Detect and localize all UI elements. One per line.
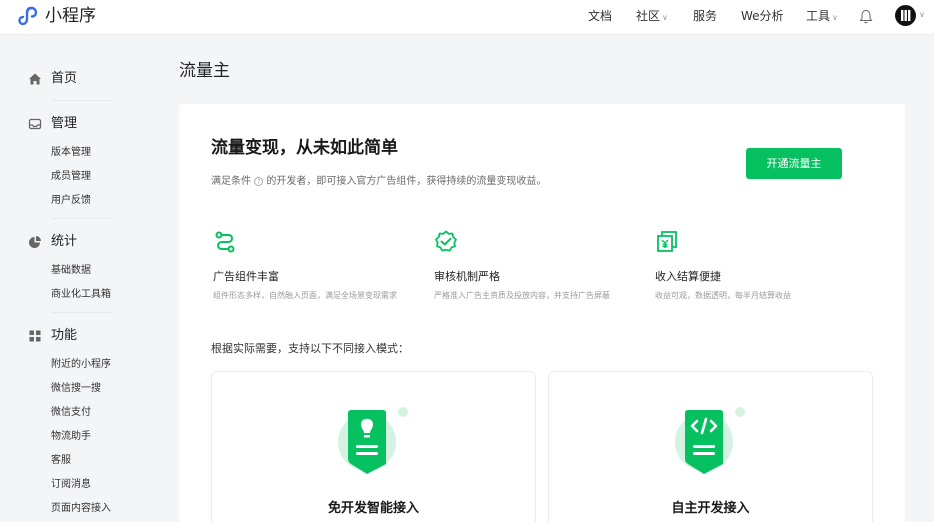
sidebar-item-page-content-access[interactable]: 页面内容接入 [51, 502, 111, 515]
bell-icon[interactable] [859, 9, 873, 24]
help-icon[interactable]: ? [254, 177, 264, 186]
pie-chart-icon [29, 236, 41, 248]
sidebar-section-features-label: 功能 [51, 328, 78, 343]
nav-we-analytics-label: We分析 [741, 9, 784, 23]
nav-we-analytics[interactable]: We分析 [741, 9, 784, 23]
feature-title: 收入结算便捷 [655, 270, 721, 283]
top-nav-bar: 小程序 文档 社区 ∨ 服务 We分析 工具 ∨ ∨ [0, 0, 934, 35]
route-icon [215, 231, 235, 253]
yuan-cards-icon [657, 231, 677, 252]
chevron-down-icon: ∨ [832, 13, 838, 22]
feature-desc: 收益可观，数据透明，每半月结算收益 [655, 291, 791, 300]
nav-services-label: 服务 [693, 9, 718, 23]
nav-community-label: 社区 [636, 9, 661, 23]
nav-tools-label: 工具 [806, 9, 831, 23]
sidebar-item-commerce-toolbox[interactable]: 商业化工具箱 [51, 288, 111, 301]
feature-rich-ad-components: 广告组件丰富 组件形态多样，自然融入页面，满足全场景变现需求 [213, 230, 433, 300]
feature-strict-review: 审核机制严格 严格准入广告主资质及投放内容，并支持广告屏蔽 [434, 230, 654, 300]
sidebar-item-nearby-miniprogram[interactable]: 附近的小程序 [51, 358, 111, 371]
divider [51, 100, 113, 101]
page-title: 流量主 [179, 61, 230, 81]
sidebar-section-stats[interactable]: 统计 [28, 234, 77, 250]
feature-easy-settlement: 收入结算便捷 收益可观，数据透明，每半月结算收益 [655, 230, 875, 300]
sidebar-section-manage[interactable]: 管理 [28, 116, 77, 132]
modes-intro: 根据实际需要，支持以下不同接入模式： [211, 342, 409, 355]
sidebar-item-customer-service[interactable]: 客服 [51, 454, 71, 467]
nav-services[interactable]: 服务 [693, 9, 717, 23]
sidebar-item-wechat-pay[interactable]: 微信支付 [51, 406, 91, 419]
sidebar-item-user-feedback[interactable]: 用户反馈 [51, 194, 91, 207]
sidebar-item-basic-data[interactable]: 基础数据 [51, 264, 91, 277]
divider [51, 312, 113, 313]
hero-description-prefix: 满足条件 [211, 176, 251, 187]
app-logo[interactable]: 小程序 [18, 5, 96, 27]
hero-title: 流量变现，从未如此简单 [211, 138, 398, 158]
nav-community[interactable]: 社区 ∨ [636, 9, 668, 25]
sidebar-item-subscription-messages[interactable]: 订阅消息 [51, 478, 91, 491]
verified-badge-icon [435, 230, 457, 252]
account-chevron-down-icon[interactable]: ∨ [919, 10, 925, 19]
mode-card-no-dev[interactable]: 免开发智能接入 [211, 371, 536, 522]
sidebar-section-manage-label: 管理 [51, 116, 78, 131]
sidebar-section-stats-label: 统计 [51, 234, 78, 249]
lightbulb-doc-icon [338, 407, 408, 474]
feature-title: 审核机制严格 [434, 270, 500, 283]
open-traffic-host-button[interactable]: 开通流量主 [746, 148, 842, 179]
avatar-logo-icon [901, 10, 911, 21]
feature-title: 广告组件丰富 [213, 270, 279, 283]
mode-title: 免开发智能接入 [327, 501, 419, 516]
chevron-down-icon: ∨ [662, 13, 668, 22]
divider [51, 218, 113, 219]
mode-card-self-dev[interactable]: 自主开发接入 [548, 371, 873, 522]
nav-docs[interactable]: 文档 [588, 9, 612, 23]
sidebar-item-wechat-search[interactable]: 微信搜一搜 [51, 382, 101, 395]
inbox-icon [28, 118, 42, 130]
miniprogram-logo-icon [18, 6, 38, 26]
sidebar-item-member-management[interactable]: 成员管理 [51, 170, 91, 183]
feature-desc: 组件形态多样，自然融入页面，满足全场景变现需求 [213, 291, 397, 300]
nav-docs-label: 文档 [588, 9, 613, 23]
app-name: 小程序 [45, 6, 96, 26]
mode-title: 自主开发接入 [671, 501, 750, 516]
sidebar-item-home-label: 首页 [51, 71, 78, 86]
traffic-host-card: 流量变现，从未如此简单 满足条件 ? 的开发者，即可接入官方广告组件，获得持续的… [179, 104, 905, 522]
sidebar-item-version-management[interactable]: 版本管理 [51, 146, 91, 159]
sidebar-section-features[interactable]: 功能 [28, 328, 77, 344]
sidebar-item-home[interactable]: 首页 [28, 71, 77, 87]
hero-description: 满足条件 ? 的开发者，即可接入官方广告组件，获得持续的流量变现收益。 [211, 175, 546, 188]
code-doc-icon [675, 407, 745, 474]
sidebar-item-logistics-assistant[interactable]: 物流助手 [51, 430, 91, 443]
feature-desc: 严格准入广告主资质及投放内容，并支持广告屏蔽 [434, 291, 610, 300]
hero-description-suffix: 的开发者，即可接入官方广告组件，获得持续的流量变现收益。 [266, 176, 547, 187]
sidebar: 首页 管理 版本管理 成员管理 用户反馈 统计 基础数据 商业化工具箱 功能 附… [0, 36, 150, 522]
grid-icon [29, 330, 41, 342]
avatar[interactable] [895, 5, 916, 26]
home-icon [29, 73, 41, 85]
nav-tools[interactable]: 工具 ∨ [806, 9, 838, 25]
